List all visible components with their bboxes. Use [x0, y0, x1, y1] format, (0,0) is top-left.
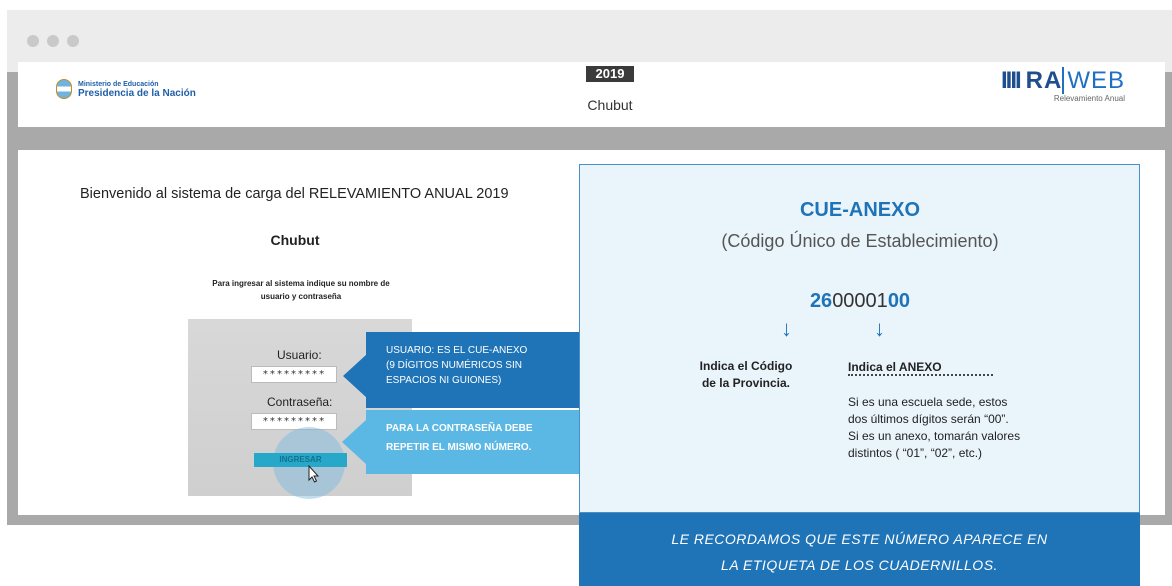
user-callout-pointer [343, 354, 367, 398]
window-dot-icon[interactable] [27, 35, 39, 47]
site-header: Ministerio de Educación Presidencia de l… [18, 62, 1165, 127]
password-input[interactable]: ********* [251, 413, 337, 430]
password-callout-line-1: PARA LA CONTRASEÑA DEBE [386, 423, 533, 434]
password-callout: PARA LA CONTRASEÑA DEBE REPETIR EL MISMO… [366, 410, 579, 474]
argentina-emblem-icon [56, 79, 72, 99]
ministry-logo[interactable]: Ministerio de Educación Presidencia de l… [56, 79, 196, 99]
user-callout-line-2: (9 DÍGITOS NUMÉRICOS SIN [386, 360, 522, 371]
header-province: Chubut [587, 97, 633, 113]
user-label: Usuario: [277, 348, 322, 362]
login-instruction: Para ingresar al sistema indique su nomb… [196, 277, 406, 303]
raweb-logo[interactable]: IIII RA WEB Relevamiento Anual [1000, 67, 1125, 103]
cue-subtitle: (Código Único de Establecimiento) [721, 231, 999, 251]
anexo-line-2: dos últimos dígitos serán “00”. [848, 412, 1009, 426]
brand-subtitle: Relevamiento Anual [1053, 94, 1125, 103]
down-arrow-icon: ↓ [781, 316, 792, 341]
user-callout-line-3: ESPACIOS NI GUIONES) [386, 375, 502, 386]
brand-web: WEB [1062, 67, 1125, 94]
province-desc-line-2: de la Provincia. [701, 376, 791, 390]
user-callout: USUARIO: ES EL CUE-ANEXO (9 DÍGITOS NUMÉ… [366, 332, 579, 408]
mouse-cursor-icon [308, 465, 320, 483]
reminder-banner: LE RECORDAMOS QUE ESTE NÚMERO APARECE EN… [579, 513, 1140, 586]
brand-ra: RA [1025, 67, 1063, 94]
password-callout-line-2: REPETIR EL MISMO NÚMERO. [386, 442, 532, 453]
anexo-line-3: Si es un anexo, tomarán valores [848, 429, 1021, 443]
down-arrow-icon: ↓ [874, 316, 885, 341]
ministry-big-text: Presidencia de la Nación [78, 88, 196, 99]
brand-bars: IIII [1000, 67, 1022, 94]
login-button[interactable]: INGRESAR [254, 453, 347, 467]
dotted-divider [848, 374, 993, 376]
cue-title: CUE-ANEXO [799, 199, 920, 221]
user-input[interactable]: ********* [251, 366, 337, 383]
reminder-line-1: LE RECORDAMOS QUE ESTE NÚMERO APARECE EN [671, 531, 1048, 547]
window-dot-icon[interactable] [47, 35, 59, 47]
anexo-heading: Indica el ANEXO [848, 360, 942, 374]
province-desc-line-1: Indica el Código [699, 359, 793, 373]
year-badge: 2019 [586, 66, 634, 82]
reminder-line-2: LA ETIQUETA DE LOS CUADERNILLOS. [721, 557, 998, 573]
instruction-line-1: Para ingresar al sistema indique su nomb… [212, 279, 390, 288]
instruction-line-2: usuario y contraseña [260, 292, 342, 301]
code-middle-digits: 00001 [832, 290, 888, 312]
code-anexo-digits: 00 [887, 290, 911, 312]
anexo-line-4: distintos ( “01”, “02”, etc.) [848, 446, 983, 460]
user-callout-line-1: USUARIO: ES EL CUE-ANEXO [386, 345, 528, 356]
code-province-digits: 26 [809, 290, 833, 312]
cue-code-example: 260000100 [580, 290, 1140, 313]
welcome-text: Bienvenido al sistema de carga del RELEV… [80, 186, 509, 202]
anexo-line-1: Si es una escuela sede, estos [848, 395, 1008, 409]
password-callout-pointer [342, 420, 366, 464]
province-title: Chubut [270, 232, 320, 248]
province-code-description: Indica el Código de la Provincia. [676, 358, 816, 392]
anexo-description: Si es una escuela sede, estos dos último… [848, 394, 1058, 462]
window-dot-icon[interactable] [67, 35, 79, 47]
password-label: Contraseña: [267, 395, 333, 409]
